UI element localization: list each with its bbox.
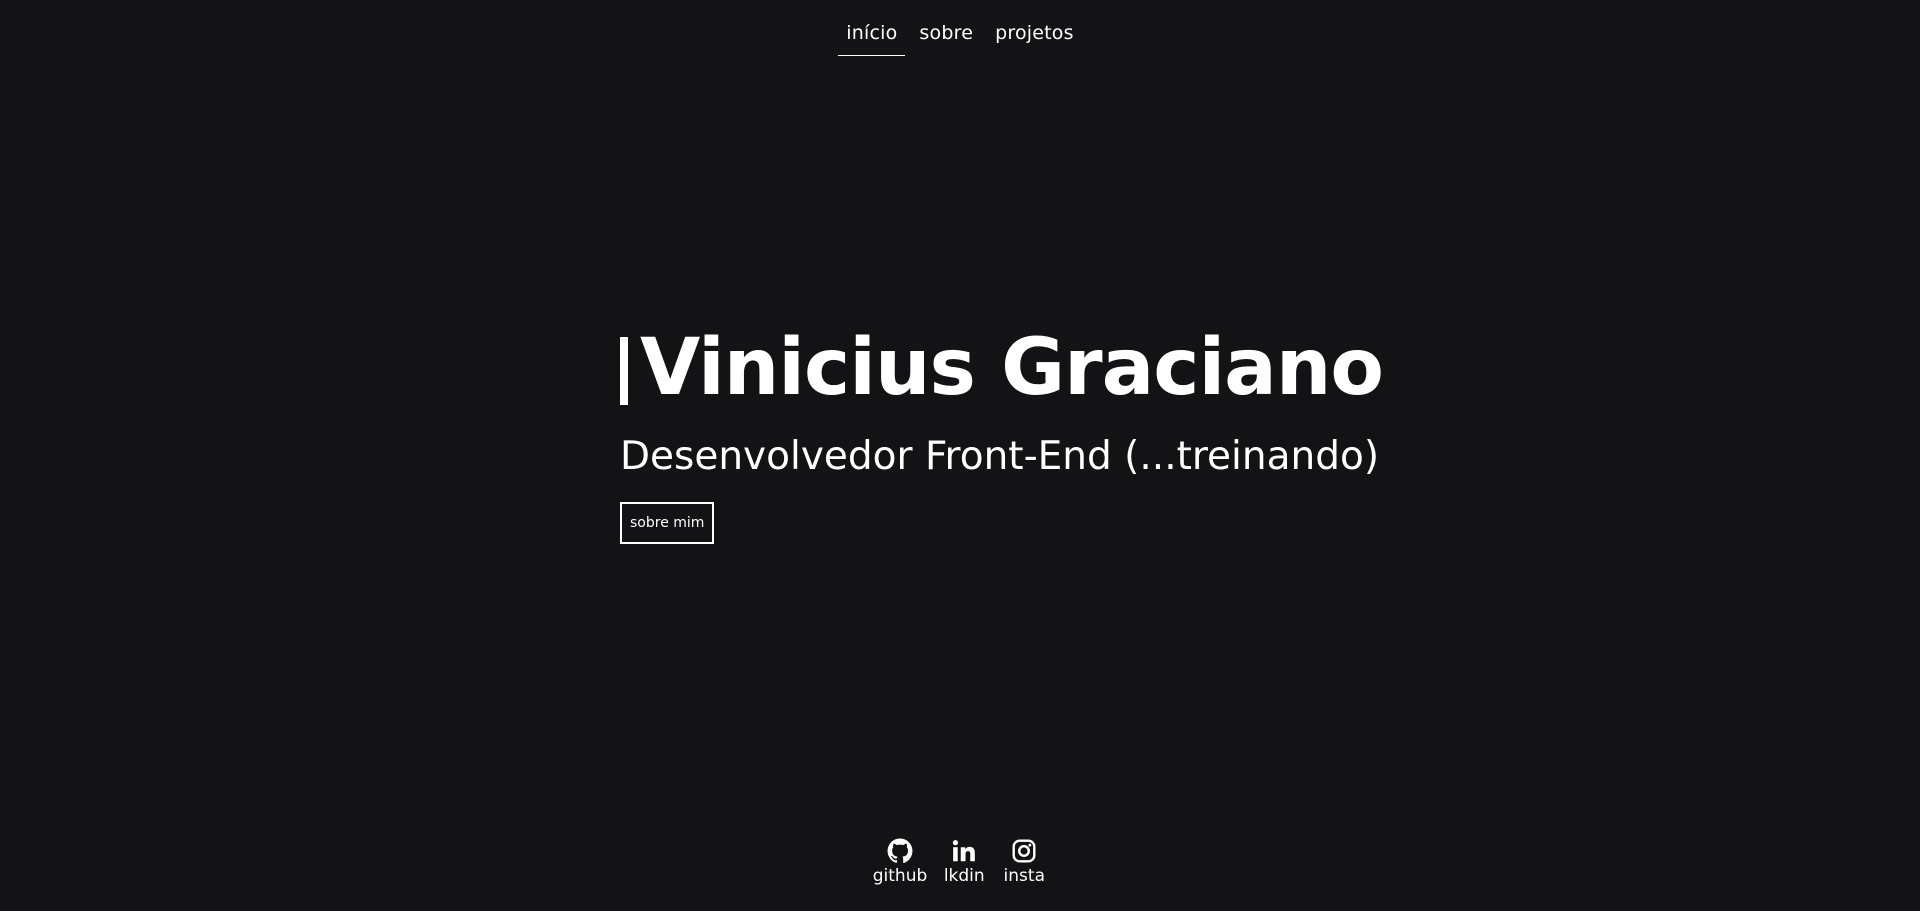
social-label-github: github <box>872 866 928 886</box>
instagram-icon <box>1012 839 1036 863</box>
hero-subtitle: Desenvolvedor Front-End (...treinando) <box>620 434 1380 479</box>
hero-section: Vinicius Graciano Desenvolvedor Front-En… <box>620 322 1420 544</box>
typing-caret <box>620 337 628 405</box>
nav-item-inicio[interactable]: início <box>838 20 906 56</box>
social-links: github lkdin insta <box>0 838 1920 886</box>
social-link-instagram[interactable]: insta <box>1001 838 1047 886</box>
linkedin-icon <box>953 840 976 862</box>
github-icon <box>887 838 913 863</box>
nav-item-sobre[interactable]: sobre <box>911 20 981 56</box>
nav-item-projetos[interactable]: projetos <box>987 20 1082 56</box>
top-nav: início sobre projetos <box>0 0 1920 56</box>
social-label-instagram: insta <box>1003 866 1045 886</box>
about-me-button[interactable]: sobre mim <box>620 502 715 544</box>
social-link-linkedin[interactable]: lkdin <box>941 838 987 886</box>
social-label-linkedin: lkdin <box>943 866 985 886</box>
page: início sobre projetos Vinicius Graciano … <box>0 0 1920 911</box>
hero-title-row: Vinicius Graciano <box>620 322 1420 414</box>
hero-title: Vinicius Graciano <box>640 323 1384 413</box>
social-link-github[interactable]: github <box>872 838 928 886</box>
